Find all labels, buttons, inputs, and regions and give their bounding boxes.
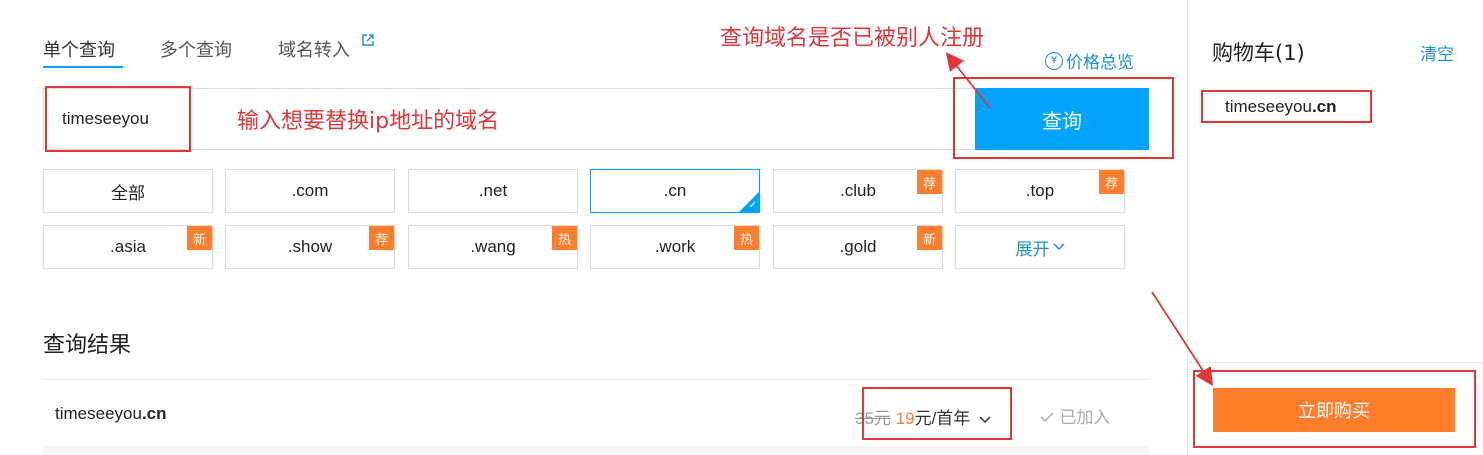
- suffix-badge: 新: [187, 226, 212, 250]
- suffix-chip[interactable]: .wang 热: [408, 225, 578, 269]
- expand-suffixes-button[interactable]: 展开: [955, 225, 1125, 269]
- annotation-box-input: [45, 86, 191, 152]
- suffix-label: .com: [291, 181, 329, 200]
- check-icon: ✓: [748, 200, 757, 211]
- external-link-icon[interactable]: [362, 34, 374, 46]
- added-status: 已加入: [1040, 403, 1110, 428]
- check-icon: [1040, 412, 1054, 423]
- tab-domain-transfer[interactable]: 域名转入: [278, 36, 350, 62]
- suffix-label: 展开: [1015, 239, 1050, 259]
- suffix-chip[interactable]: 全部: [43, 169, 213, 213]
- suffix-chip[interactable]: .top 荐: [955, 169, 1125, 213]
- cart-clear-link[interactable]: 清空: [1420, 40, 1454, 65]
- suffix-badge: 荐: [917, 170, 942, 194]
- suffix-label: .club: [840, 181, 876, 200]
- tab-single-query[interactable]: 单个查询: [43, 36, 115, 62]
- annotation-box-price: [862, 387, 1012, 440]
- result-divider: [43, 379, 1149, 380]
- suffix-chip[interactable]: .asia 新: [43, 225, 213, 269]
- coin-icon: ¥: [1045, 51, 1063, 70]
- result-title: 查询结果: [43, 333, 132, 358]
- suffix-chip[interactable]: .net: [408, 169, 578, 213]
- suffix-badge: 热: [734, 226, 759, 250]
- result-domain: timeseeyou.cn: [55, 404, 167, 424]
- tab-multi-query[interactable]: 多个查询: [160, 36, 232, 62]
- suffix-label: .wang: [470, 237, 516, 256]
- annotation-box-buy: [1193, 370, 1476, 448]
- active-tab-indicator: [43, 66, 123, 68]
- suffix-label: .asia: [110, 237, 146, 256]
- cart-title: 购物车(1): [1212, 41, 1305, 65]
- suffix-chip[interactable]: .club 荐: [773, 169, 943, 213]
- suffix-label: .show: [287, 237, 333, 256]
- suffix-badge: 热: [552, 226, 577, 250]
- annotation-box-search: [953, 77, 1174, 159]
- suffix-label: .cn: [663, 181, 687, 200]
- annotation-box-cart-item: [1201, 90, 1372, 123]
- annotation-input-note: 输入想要替换ip地址的域名: [237, 109, 500, 134]
- suffix-badge: 荐: [1099, 170, 1124, 194]
- added-label: 已加入: [1059, 408, 1111, 428]
- suffix-chip[interactable]: .work 热: [590, 225, 760, 269]
- suffix-chip[interactable]: .com: [225, 169, 395, 213]
- suffix-badge: 新: [917, 226, 942, 250]
- suffix-label: 全部: [111, 183, 145, 203]
- suffix-chip[interactable]: .cn ✓: [590, 169, 760, 213]
- annotation-query-note: 查询域名是否已被别人注册: [720, 26, 985, 51]
- suffix-label: .top: [1025, 181, 1055, 200]
- suffix-chip[interactable]: .gold 新: [773, 225, 943, 269]
- result-domain-suffix: .cn: [141, 404, 167, 423]
- suffix-label: .work: [654, 237, 696, 256]
- result-next-row: [43, 446, 1149, 455]
- suffix-label: .gold: [839, 237, 877, 256]
- chevron-down-icon: [1052, 243, 1065, 251]
- price-overview-link[interactable]: ¥ 价格总览: [1045, 48, 1134, 73]
- suffix-badge: 荐: [369, 226, 394, 250]
- suffix-label: .net: [478, 181, 508, 200]
- price-overview-label: 价格总览: [1066, 53, 1134, 73]
- result-domain-name: timeseeyou: [55, 404, 142, 423]
- cart-divider: [1188, 362, 1483, 363]
- suffix-chip[interactable]: .show 荐: [225, 225, 395, 269]
